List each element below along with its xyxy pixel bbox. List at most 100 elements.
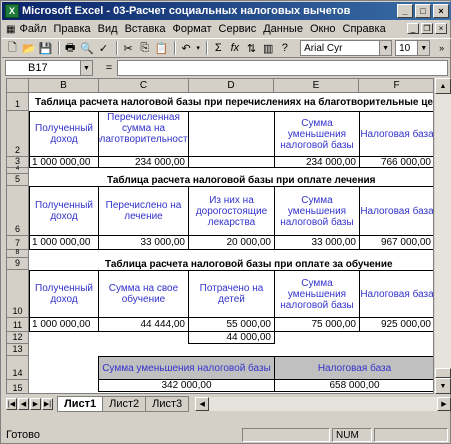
table2-title[interactable]: Таблица расчета налоговой базы при оплат…	[107, 174, 433, 186]
chevron-down-icon[interactable]: ▼	[417, 41, 430, 55]
save-icon[interactable]: 💾	[38, 40, 53, 56]
t2-value-treatment[interactable]: 33 000,00	[98, 235, 189, 250]
table3-title[interactable]: Таблица расчета налоговой базы при оплат…	[105, 258, 433, 270]
t3-header-reduction[interactable]: Сумма уменьшения налоговой базы	[274, 270, 360, 318]
function-icon[interactable]: fx	[228, 40, 243, 56]
open-folder-icon[interactable]: 📂	[22, 40, 37, 56]
column-header-f[interactable]: F	[359, 79, 433, 93]
doc-restore-button[interactable]: ❐	[421, 23, 433, 34]
menu-data[interactable]: Данные	[263, 23, 303, 35]
t2-header-medicine[interactable]: Из них на дорогостоящие лекарства	[188, 186, 275, 236]
first-sheet-icon[interactable]: |◀	[6, 398, 17, 410]
print-icon[interactable]: 🖶	[63, 40, 78, 56]
menu-edit[interactable]: Правка	[54, 23, 91, 35]
vertical-scrollbar[interactable]: ▲ ▼	[435, 78, 451, 394]
t3-value-base[interactable]: 925 000,00	[359, 317, 433, 332]
paste-icon[interactable]: 📋	[154, 40, 169, 56]
maximize-button[interactable]: □	[415, 4, 431, 18]
summary-header-reduction[interactable]: Сумма уменьшения налоговой базы	[98, 356, 275, 380]
menu-file[interactable]: Файл	[19, 23, 46, 35]
tab-sheet2[interactable]: Лист2	[102, 396, 147, 412]
doc-minimize-button[interactable]: _	[407, 23, 419, 34]
scroll-right-icon[interactable]: ▶	[437, 397, 451, 411]
excel-icon[interactable]: X	[5, 4, 19, 18]
horizontal-scrollbar[interactable]: ◀ ▶	[195, 397, 451, 411]
row-header-1[interactable]: 1	[7, 93, 29, 111]
close-button[interactable]: ×	[433, 4, 449, 18]
t2-header-treatment[interactable]: Перечислено на лечение	[98, 186, 189, 236]
t1-value-reduction[interactable]: 234 000,00	[274, 156, 360, 168]
font-name-select[interactable]: Arial Cyr ▼	[300, 40, 393, 56]
t3-value-income[interactable]: 1 000 000,00	[29, 317, 99, 332]
t1-header-base[interactable]: Налоговая база	[359, 111, 433, 157]
t1-value-charity[interactable]: 234 000,00	[98, 156, 189, 168]
row-header-15[interactable]: 15	[7, 380, 29, 393]
summary-value-reduction[interactable]: 342 000,00	[98, 379, 275, 392]
column-header-b[interactable]: B	[29, 79, 99, 93]
row-header-10[interactable]: 10	[7, 270, 29, 318]
menu-insert[interactable]: Вставка	[125, 23, 166, 35]
t2-value-reduction[interactable]: 33 000,00	[274, 235, 360, 250]
menu-help[interactable]: Справка	[343, 23, 386, 35]
column-header-e[interactable]: E	[274, 79, 359, 93]
t2-value-base[interactable]: 967 000,00	[359, 235, 433, 250]
row-header-6[interactable]: 6	[7, 186, 29, 236]
row-header-9[interactable]: 9	[7, 258, 29, 270]
t3-header-own-study[interactable]: Сумма на свое обучение	[98, 270, 189, 318]
summary-header-base[interactable]: Налоговая база	[274, 356, 433, 380]
t1-value-empty[interactable]	[188, 156, 275, 168]
name-box[interactable]: B17 ▼	[5, 60, 93, 76]
t1-header-empty[interactable]	[188, 111, 275, 157]
tab-sheet1[interactable]: Лист1	[57, 396, 104, 412]
t3-header-income[interactable]: Полученный доход	[29, 270, 99, 318]
worksheet-grid[interactable]: B C D E F 1 2 3 4 5 6 7 8 9 10 11 12 13 …	[6, 78, 434, 394]
help-icon[interactable]: ?	[277, 40, 292, 56]
next-sheet-icon[interactable]: ▶	[30, 398, 41, 410]
column-header-c[interactable]: C	[99, 79, 189, 93]
column-header-d[interactable]: D	[189, 79, 274, 93]
scroll-left-icon[interactable]: ◀	[195, 397, 210, 411]
copy-icon[interactable]: ⎘	[137, 40, 152, 56]
summary-value-base[interactable]: 658 000,00	[274, 379, 433, 392]
last-sheet-icon[interactable]: ▶|	[42, 398, 53, 410]
row-header-14[interactable]: 14	[7, 356, 29, 380]
t3-value-reduction[interactable]: 75 000,00	[274, 317, 360, 332]
t1-header-reduction[interactable]: Сумма уменьшения налоговой базы	[274, 111, 360, 157]
scroll-up-icon[interactable]: ▲	[435, 78, 451, 94]
sort-ascending-icon[interactable]: ⇅	[244, 40, 259, 56]
row-header-8[interactable]: 8	[7, 249, 29, 258]
t2-value-income[interactable]: 1 000 000,00	[29, 235, 99, 250]
toolbar-options-icon[interactable]: »	[434, 40, 449, 56]
menu-view[interactable]: Вид	[98, 23, 118, 35]
cut-icon[interactable]: ✂	[121, 40, 136, 56]
t2-header-income[interactable]: Полученный доход	[29, 186, 99, 236]
formula-input[interactable]	[117, 60, 448, 76]
equals-sign[interactable]: =	[101, 62, 117, 74]
row-header-7[interactable]: 7	[7, 236, 29, 250]
t2-header-base[interactable]: Налоговая база	[359, 186, 433, 236]
t3-value-children-extra[interactable]: 44 000,00	[188, 331, 275, 344]
chevron-down-icon[interactable]: ▼	[80, 61, 92, 75]
row-header-13[interactable]: 13	[7, 344, 29, 356]
row-header-11[interactable]: 11	[7, 318, 29, 332]
t1-value-income[interactable]: 1 000 000,00	[29, 156, 99, 168]
t3-header-base[interactable]: Налоговая база	[359, 270, 433, 318]
spelling-icon[interactable]: ✓	[96, 40, 111, 56]
menu-tools[interactable]: Сервис	[219, 23, 257, 35]
prev-sheet-icon[interactable]: ◀	[18, 398, 29, 410]
doc-close-button[interactable]: ×	[435, 23, 447, 34]
t3-header-children[interactable]: Потрачено на детей	[188, 270, 275, 318]
print-preview-icon[interactable]: 🔍	[80, 40, 95, 56]
select-all-corner[interactable]	[7, 79, 29, 93]
scroll-down-icon[interactable]: ▼	[435, 378, 451, 394]
undo-icon[interactable]: ↶	[179, 40, 194, 56]
table1-title[interactable]: Таблица расчета налоговой базы при переч…	[35, 93, 433, 111]
menu-file-icon[interactable]: ▦	[6, 24, 15, 35]
new-document-icon[interactable]: 🗋	[5, 40, 20, 56]
t3-value-children[interactable]: 55 000,00	[188, 317, 275, 332]
t2-value-medicine[interactable]: 20 000,00	[188, 235, 275, 250]
row-header-2[interactable]: 2	[7, 111, 29, 157]
menu-format[interactable]: Формат	[172, 23, 211, 35]
chart-wizard-icon[interactable]: ▥	[261, 40, 276, 56]
row-header-5[interactable]: 5	[7, 174, 29, 186]
